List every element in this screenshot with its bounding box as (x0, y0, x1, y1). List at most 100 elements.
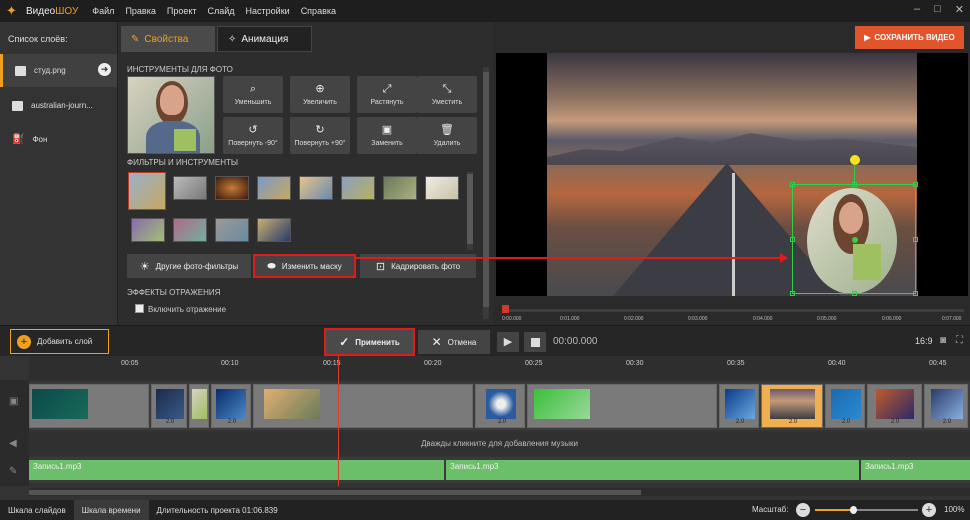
resize-handle[interactable] (790, 182, 795, 187)
timeline-tab[interactable]: Шкала времени (73, 500, 149, 520)
slide-clip[interactable] (29, 384, 149, 428)
properties-panel: ✎ Свойства ✧ Анимация ИНСТРУМЕНТЫ ДЛЯ ФО… (117, 22, 493, 325)
filter-grid (126, 172, 460, 250)
stop-button[interactable] (524, 332, 546, 352)
filter-thumb[interactable] (383, 176, 417, 200)
menu-edit[interactable]: Правка (125, 6, 155, 16)
slide-clip-selected[interactable]: 2.0 (761, 384, 823, 428)
add-layer-button[interactable]: + Добавить слой (10, 329, 109, 354)
filter-thumb[interactable] (341, 176, 375, 200)
menu-slide[interactable]: Слайд (208, 6, 235, 16)
cancel-button[interactable]: ✕ Отмена (418, 330, 490, 354)
arrow-right-icon[interactable]: ➜ (98, 63, 111, 76)
play-button[interactable]: ▶ (497, 332, 519, 352)
filter-thumb[interactable] (173, 176, 207, 200)
rotate-left-button[interactable]: ↺ Повернуть -90° (223, 117, 283, 154)
save-video-button[interactable]: ▶ СОХРАНИТЬ ВИДЕО (855, 26, 964, 49)
resize-handle[interactable] (852, 291, 857, 296)
zoom-slider-knob[interactable] (850, 506, 857, 514)
resize-handle[interactable] (913, 182, 918, 187)
menu-help[interactable]: Справка (301, 6, 336, 16)
voice-clip[interactable]: Запись1.mp3 (861, 460, 970, 480)
crop-photo-label: Кадрировать фото (391, 261, 461, 271)
cancel-label: Отмена (447, 337, 477, 347)
slide-clip[interactable]: 2.0 (825, 384, 865, 428)
minimize-icon[interactable]: – (914, 3, 920, 16)
zoom-in-button[interactable]: ⊕ Увеличить (290, 76, 350, 113)
rotation-handle[interactable] (850, 155, 860, 165)
maximize-icon[interactable]: □ (934, 3, 941, 16)
filters-heading: ФИЛЬТРЫ И ИНСТРУМЕНТЫ (127, 158, 238, 167)
change-mask-button[interactable]: ⬬ Изменить маску (253, 254, 356, 278)
tab-properties-label: Свойства (144, 33, 189, 45)
resize-handle[interactable] (790, 291, 795, 296)
resize-handle[interactable] (913, 237, 918, 242)
zoom-out-button[interactable]: − (796, 503, 810, 517)
resize-handle[interactable] (913, 291, 918, 296)
tab-properties[interactable]: ✎ Свойства (121, 26, 215, 52)
filter-thumb[interactable] (299, 176, 333, 200)
slide-duration: 2.0 (227, 419, 237, 425)
timeline-ruler[interactable]: 00:05 00:10 00:15 00:20 00:25 00:30 00:3… (29, 356, 970, 380)
storyboard-tab[interactable]: Шкала слайдов (0, 500, 74, 520)
filter-thumb[interactable] (131, 218, 165, 242)
slide-clip[interactable]: 2.0 (719, 384, 759, 428)
timeline-scrollbar[interactable] (29, 488, 970, 496)
properties-scrollbar[interactable] (483, 67, 489, 319)
filter-thumb[interactable] (257, 176, 291, 200)
slide-thumb (534, 389, 590, 419)
image-icon (15, 65, 26, 76)
slide-clip[interactable]: 2.0 (211, 384, 251, 428)
delete-button[interactable]: 🗑 Удалить (417, 117, 477, 154)
layer-item[interactable]: студ.png ➜ (0, 54, 117, 87)
tab-animation[interactable]: ✧ Анимация (217, 26, 312, 52)
voice-clip[interactable]: Запись1.mp3 (446, 460, 859, 480)
anchor-point[interactable] (852, 237, 858, 243)
apply-label: Применить (355, 337, 400, 347)
fit-button[interactable]: ⤡ Уместить (417, 76, 477, 113)
music-track[interactable]: Дважды кликните для добавления музыки (29, 432, 970, 455)
reflection-checkbox[interactable] (135, 304, 144, 313)
stretch-button[interactable]: ⤢ Растянуть (357, 76, 417, 113)
slide-clip[interactable]: 2.0 (151, 384, 187, 428)
menu-settings[interactable]: Настройки (246, 6, 290, 16)
layer-item[interactable]: ⛽ Фон (0, 123, 117, 156)
snapshot-icon[interactable]: ◙ (940, 335, 946, 346)
filter-thumb[interactable] (215, 218, 249, 242)
window-controls: – □ ✕ (914, 3, 964, 16)
other-filters-button[interactable]: ☀ Другие фото-фильтры (127, 254, 251, 278)
slide-clip[interactable]: 2.0 (475, 384, 525, 428)
sparkle-icon: ✧ (228, 33, 237, 45)
slide-clip[interactable] (527, 384, 717, 428)
rotate-right-button[interactable]: ↻ Повернуть +90° (290, 117, 350, 154)
fullscreen-icon[interactable]: ⛶ (956, 335, 963, 346)
annotation-arrow (356, 257, 786, 259)
menu-project[interactable]: Проект (167, 6, 197, 16)
filter-thumb[interactable] (215, 176, 249, 200)
zoom-out-button[interactable]: ⌕ Уменьшить (223, 76, 283, 113)
filter-thumb[interactable] (425, 176, 459, 200)
filter-thumb[interactable] (173, 218, 207, 242)
close-icon[interactable]: ✕ (955, 3, 964, 16)
slide-clip[interactable] (189, 384, 209, 428)
menu-file[interactable]: Файл (92, 6, 114, 16)
filter-scrollbar[interactable] (467, 172, 473, 250)
slide-clip[interactable]: 2.0 (867, 384, 922, 428)
slide-clip[interactable]: 2.0 (924, 384, 968, 428)
apply-button[interactable]: ✓ Применить (324, 328, 415, 356)
replace-button[interactable]: ▣ Заменить (357, 117, 417, 154)
filter-thumb[interactable] (128, 172, 166, 210)
voice-clip[interactable]: Запись1.mp3 (29, 460, 444, 480)
slide-clip[interactable] (253, 384, 473, 428)
filter-thumb[interactable] (257, 218, 291, 242)
slide-thumb (831, 389, 861, 419)
preview-ruler[interactable]: 0:00.000 0:01.000 0:02.000 0:03.000 0:04… (502, 305, 964, 325)
app-logo-icon: ✦ (6, 3, 17, 18)
preview-playhead[interactable] (502, 305, 509, 313)
aspect-ratio[interactable]: 16:9 (915, 336, 933, 346)
layer-item[interactable]: australian-journ... (0, 89, 117, 122)
zoom-in-button[interactable]: + (922, 503, 936, 517)
resize-handle[interactable] (790, 237, 795, 242)
preview-canvas[interactable] (496, 53, 968, 296)
zoom-slider[interactable] (815, 506, 918, 514)
